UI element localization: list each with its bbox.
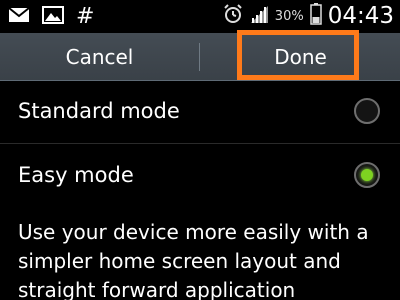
standard-mode-label: Standard mode: [18, 99, 180, 123]
notification-icons: #: [8, 5, 94, 29]
easy-mode-option[interactable]: Easy mode: [0, 145, 400, 207]
standard-mode-option[interactable]: Standard mode: [0, 81, 400, 143]
mail-icon: [8, 5, 30, 29]
action-bar: Cancel Done: [0, 33, 400, 81]
clock: 04:43: [327, 3, 394, 29]
hash-icon: #: [76, 4, 95, 29]
status-bar: # 30% 04:43: [0, 0, 400, 33]
easy-mode-label: Easy mode: [18, 163, 134, 187]
done-button[interactable]: Done: [201, 33, 400, 80]
battery-icon: [309, 3, 322, 29]
easy-mode-description: Use your device more easily with a simpl…: [18, 220, 369, 300]
battery-percent: 30%: [274, 8, 304, 24]
easy-mode-radio[interactable]: [354, 162, 380, 188]
row-divider: [0, 143, 400, 144]
screen: # 30% 04:43 Cancel Done Standard mode Ea…: [0, 0, 400, 300]
signal-icon: [249, 4, 269, 28]
status-indicators: 30% 04:43: [223, 3, 394, 29]
standard-mode-radio[interactable]: [354, 98, 380, 124]
action-bar-divider: [199, 43, 200, 71]
image-icon: [42, 5, 64, 29]
cancel-button[interactable]: Cancel: [0, 33, 199, 80]
alarm-icon: [223, 4, 243, 28]
